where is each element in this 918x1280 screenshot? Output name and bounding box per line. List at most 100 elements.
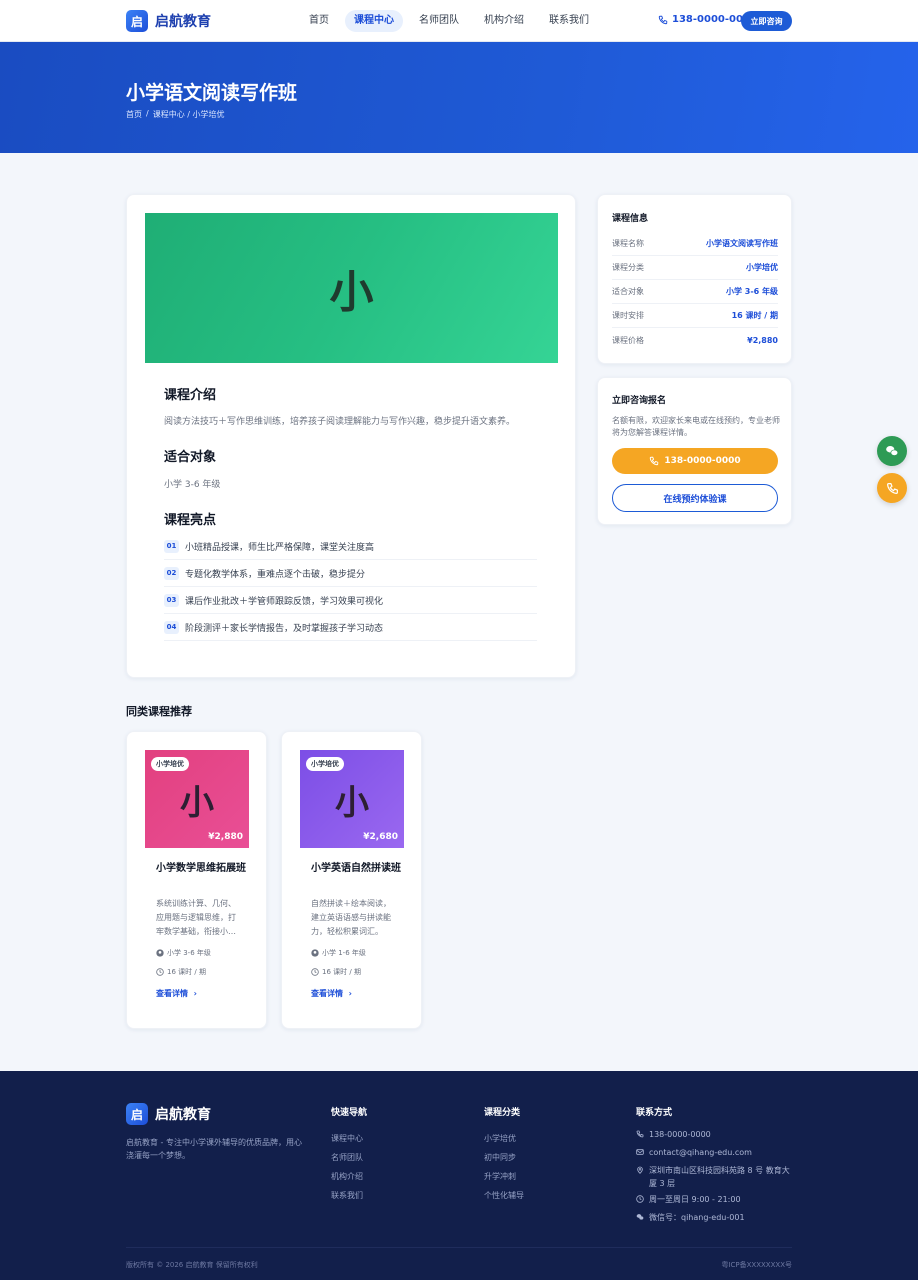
thumb-character: 小 — [180, 782, 214, 823]
course-price: ¥2,680 — [363, 832, 398, 842]
page-title: 小学语文阅读写作班 — [126, 82, 298, 104]
phone-icon — [886, 482, 898, 494]
info-row-schedule: 课时安排 16 课时 / 期 — [612, 304, 778, 328]
nav-about[interactable]: 机构介绍 — [475, 10, 533, 32]
view-details-label: 查看详情 — [311, 989, 343, 998]
cover-character: 小 — [329, 267, 374, 318]
footer-address: 深圳市南山区科技园科苑路 8 号 教育大厦 3 层 — [636, 1164, 794, 1190]
related-course-desc: 自然拼读＋绘本阅读，建立英语语感与拼读能力，轻松积累词汇。 — [311, 899, 391, 936]
call-phone-label: 138-0000-0000 — [664, 456, 741, 466]
footer-email-text[interactable]: contact@qihang-edu.com — [649, 1146, 752, 1159]
info-row-category: 课程分类 小学培优 — [612, 256, 778, 280]
course-grade-text: 小学 3-6 年级 — [167, 949, 211, 957]
footer-link-about[interactable]: 机构介绍 — [331, 1171, 363, 1182]
view-details-link[interactable]: 查看详情 › — [156, 988, 197, 999]
related-course-name[interactable]: 小学英语自然拼读班 — [311, 861, 409, 876]
highlight-number: 03 — [164, 593, 179, 607]
chevron-right-icon: › — [190, 989, 197, 998]
highlights-heading: 课程亮点 — [164, 513, 217, 528]
course-info-title: 课程信息 — [612, 214, 649, 224]
breadcrumb-separator: / — [146, 109, 149, 118]
related-course-card[interactable]: 小学培优 小 ¥2,880 小学数学思维拓展班 系统训练计算、几何、应用题与逻辑… — [126, 731, 267, 1029]
footer-phone: 138-0000-0000 — [636, 1128, 794, 1141]
consult-card: 立即咨询报名 名额有限，欢迎家长来电或在线预约，专业老师将为您解答课程详情。 1… — [597, 377, 792, 525]
course-hours-text: 16 课时 / 期 — [322, 968, 361, 976]
page-hero: 小学语文阅读写作班 首页 / 课程中心 / 小学培优 — [0, 42, 918, 153]
footer-link-primary[interactable]: 小学培优 — [484, 1133, 516, 1144]
breadcrumb-home[interactable]: 首页 — [126, 109, 142, 120]
highlight-text: 小班精品授课，师生比严格保障，课堂关注度高 — [185, 542, 375, 553]
breadcrumb-current[interactable]: 课程中心 / 小学培优 — [153, 109, 225, 120]
highlight-text: 阶段测评＋家长学情报告，及时掌握孩子学习动态 — [185, 623, 384, 634]
logo-text: 启航教育 — [155, 1107, 211, 1123]
view-details-label: 查看详情 — [156, 989, 188, 998]
course-hours-text: 16 课时 / 期 — [167, 968, 206, 976]
top-navbar: 启 启航教育 首页 课程中心 名师团队 机构介绍 联系我们 138-0000-0… — [0, 0, 918, 42]
user-icon — [156, 949, 164, 957]
intro-text: 阅读方法技巧＋写作思维训练，培养孩子阅读理解能力与写作兴趣，稳步提升语文素养。 — [164, 417, 516, 427]
highlight-item: 02 专题化教学体系，重难点逐个击破，稳步提分 — [164, 560, 537, 587]
highlight-number: 01 — [164, 539, 179, 553]
info-value: 16 课时 / 期 — [731, 311, 778, 320]
footer-hours: 周一至周日 9:00 - 21:00 — [636, 1193, 794, 1206]
logo-mark: 启 — [126, 1103, 148, 1125]
course-hours: 16 课时 / 期 — [311, 967, 361, 977]
phone-icon — [658, 15, 668, 24]
nav-teachers[interactable]: 名师团队 — [410, 10, 468, 32]
wechat-icon — [636, 1214, 644, 1220]
float-phone-button[interactable] — [877, 473, 907, 503]
book-trial-button[interactable]: 在线预约体验课 — [612, 484, 778, 512]
clock-icon — [311, 968, 319, 976]
footer-logo[interactable]: 启 启航教育 — [126, 1103, 211, 1125]
info-label: 课程价格 — [612, 335, 644, 345]
consult-now-button[interactable]: 立即咨询 — [741, 11, 792, 31]
course-category-tag: 小学培优 — [151, 757, 189, 771]
related-course-name[interactable]: 小学数学思维拓展班 — [156, 861, 254, 876]
clock-icon — [636, 1195, 644, 1203]
nav-contact[interactable]: 联系我们 — [540, 10, 598, 32]
clock-icon — [156, 968, 164, 976]
icp-text[interactable]: 粤ICP备XXXXXXXX号 — [721, 1260, 792, 1270]
site-logo[interactable]: 启 启航教育 — [126, 10, 211, 32]
highlight-item: 04 阶段测评＋家长学情报告，及时掌握孩子学习动态 — [164, 614, 537, 641]
phone-icon — [650, 456, 659, 466]
info-row-target: 适合对象 小学 3-6 年级 — [612, 280, 778, 304]
footer-link-junior[interactable]: 初中同步 — [484, 1152, 516, 1163]
footer-address-text: 深圳市南山区科技园科苑路 8 号 教育大厦 3 层 — [649, 1166, 790, 1188]
footer-hours-text: 周一至周日 9:00 - 21:00 — [649, 1195, 741, 1204]
nav-courses[interactable]: 课程中心 — [345, 10, 403, 32]
footer-link-courses[interactable]: 课程中心 — [331, 1133, 363, 1144]
info-label: 课程分类 — [612, 263, 644, 272]
logo-text: 启航教育 — [155, 14, 211, 30]
related-course-desc: 系统训练计算、几何、应用题与逻辑思维，打牢数学基础，衔接小… — [156, 899, 236, 936]
float-wechat-button[interactable] — [877, 436, 907, 466]
highlight-number: 04 — [164, 620, 179, 634]
thumb-character: 小 — [335, 782, 369, 823]
info-label: 适合对象 — [612, 287, 644, 296]
course-price: ¥2,880 — [208, 832, 243, 842]
related-course-card[interactable]: 小学培优 小 ¥2,680 小学英语自然拼读班 自然拼读＋绘本阅读，建立英语语感… — [281, 731, 422, 1029]
footer-link-contact[interactable]: 联系我们 — [331, 1190, 363, 1201]
consult-title: 立即咨询报名 — [612, 396, 667, 406]
footer-contact-title: 联系方式 — [636, 1108, 673, 1118]
course-info-card: 课程信息 课程名称 小学语文阅读写作班 课程分类 小学培优 适合对象 小学 3-… — [597, 194, 792, 364]
highlight-text: 专题化教学体系，重难点逐个击破，稳步提分 — [185, 569, 366, 580]
site-footer: 启 启航教育 启航教育 - 专注中小学课外辅导的优质品牌，用心浇灌每一个梦想。 … — [0, 1071, 918, 1280]
consult-text: 名额有限，欢迎家长来电或在线预约，专业老师将为您解答课程详情。 — [612, 416, 780, 437]
footer-link-teachers[interactable]: 名师团队 — [331, 1152, 363, 1163]
target-heading: 适合对象 — [164, 450, 217, 465]
related-course-thumb: 小学培优 小 ¥2,880 — [145, 750, 249, 848]
breadcrumb: 首页 / 课程中心 / 小学培优 — [126, 109, 228, 120]
nav-home[interactable]: 首页 — [300, 10, 338, 32]
footer-link-personal[interactable]: 个性化辅导 — [484, 1190, 524, 1201]
highlight-text: 课后作业批改＋学管师跟踪反馈，学习效果可视化 — [185, 596, 384, 607]
phone-icon — [636, 1130, 644, 1138]
call-phone-button[interactable]: 138-0000-0000 — [612, 448, 778, 474]
related-courses-title: 同类课程推荐 — [126, 705, 192, 718]
view-details-link[interactable]: 查看详情 › — [311, 988, 352, 999]
course-category-tag: 小学培优 — [306, 757, 344, 771]
main-nav: 首页 课程中心 名师团队 机构介绍 联系我们 — [300, 10, 605, 32]
footer-divider — [126, 1247, 792, 1248]
info-label: 课时安排 — [612, 311, 644, 320]
footer-link-exam[interactable]: 升学冲刺 — [484, 1171, 516, 1182]
